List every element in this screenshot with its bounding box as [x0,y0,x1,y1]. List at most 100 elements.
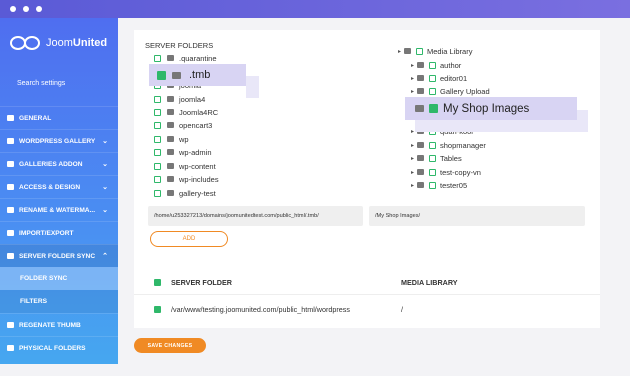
chevron-down-icon: ⌄ [102,138,108,145]
selected-server-folder-popup: .tmb [149,64,246,86]
selected-media-folder-popup: My Shop Images [405,97,577,120]
server-folder-row[interactable]: wp [154,133,189,145]
folder-label: test-copy-vn [440,167,481,177]
checkbox[interactable] [154,121,161,129]
checkbox[interactable] [154,162,161,170]
sidebar-subitem-filters[interactable]: FILTERS [0,290,118,313]
access-icon [7,184,14,190]
column-header-media-library: MEDIA LIBRARY [401,277,458,287]
sidebar-item-physical-folders[interactable]: PHYSICAL FOLDERS [0,336,118,359]
checkbox[interactable] [154,54,161,62]
checkbox[interactable] [416,47,424,55]
logo-text-bold: United [72,37,108,49]
gallery-icon [7,138,14,144]
sidebar-item-server-folder-sync[interactable]: SERVER FOLDER SYNC ⌃ [0,244,118,267]
select-all-checkbox[interactable] [154,278,161,286]
checkbox-checked-icon [429,104,438,113]
server-folder-row[interactable]: wp-admin [154,146,212,158]
app-window: JoomUnited Search settings GENERAL WORDP… [0,0,630,376]
folder-icon [167,163,174,169]
server-folder-row[interactable]: wp-includes [154,173,219,185]
media-folder-row[interactable]: ▸ Gallery Upload [411,85,490,97]
search-settings[interactable]: Search settings [17,80,65,87]
chevron-down-icon: ⌄ [102,161,108,168]
media-root-row[interactable]: ▸ Media Library [398,45,472,57]
logo-text: Joom [46,37,73,49]
folder-icon [167,109,174,115]
folder-icon [167,122,174,128]
sidebar-item-label: GENERAL [19,114,52,122]
media-folder-row[interactable]: ▸ Tables [411,152,462,164]
sidebar-item-wordpress-gallery[interactable]: WORDPRESS GALLERY ⌄ [0,129,118,152]
checkbox[interactable] [154,108,161,116]
folder-label: Joomla4RC [179,107,219,117]
checkbox[interactable] [429,61,437,69]
sidebar-item-label: SERVER FOLDER SYNC [19,252,96,260]
folder-icon [167,96,174,102]
server-folder-row[interactable]: .quarantine [154,52,217,64]
media-folder-row[interactable]: ▸ editor01 [411,72,467,84]
home-icon [7,115,14,121]
caret-icon: ▸ [411,182,415,189]
table-row[interactable]: /var/www/testing.joomunited.com/public_h… [118,296,584,322]
sidebar-item-label: FILTERS [20,298,47,305]
addon-icon [7,161,14,167]
folder-label: Tables [440,153,462,163]
checkbox[interactable] [154,95,161,103]
checkbox[interactable] [154,175,161,183]
checkbox[interactable] [154,148,161,156]
sidebar-nav: GENERAL WORDPRESS GALLERY ⌄ GALLERIES ADD… [0,106,118,359]
folder-label: wp [179,134,189,144]
sidebar-item-label: FOLDER SYNC [20,275,68,282]
folder-icon [172,71,181,79]
checkbox[interactable] [429,87,437,95]
checkbox[interactable] [429,168,437,176]
checkbox[interactable] [429,74,437,82]
folder-icon [417,75,425,81]
caret-icon: ▸ [411,169,415,176]
folder-label: author [440,60,462,70]
sidebar-item-access-design[interactable]: ACCESS & DESIGN ⌄ [0,175,118,198]
checkbox[interactable] [429,181,437,189]
folder-label: .quarantine [179,53,217,63]
sidebar-item-general[interactable]: GENERAL [0,106,118,129]
sidebar-item-galleries-addon[interactable]: GALLERIES ADDON ⌄ [0,152,118,175]
table-header: SERVER FOLDER MEDIA LIBRARY [118,269,584,295]
sidebar-item-label: WORDPRESS GALLERY [19,137,96,145]
popup-label: My Shop Images [443,102,530,115]
checkbox[interactable] [154,135,161,143]
sidebar-item-regenerate-thumb[interactable]: REGENATE THUMB [0,313,118,336]
folder-label: gallery-test [179,188,216,198]
chevron-up-icon: ⌃ [102,253,108,260]
add-button[interactable]: ADD [150,231,228,247]
media-path-field[interactable]: /My Shop Images/ [369,206,585,226]
brand-logo: JoomUnited [10,36,107,50]
row-checkbox[interactable] [154,305,161,313]
folder-label: wp-admin [179,147,212,157]
media-folder-row[interactable]: ▸ author [411,59,461,71]
checkbox[interactable] [429,154,437,162]
chevron-down-icon: ⌄ [102,207,108,214]
folder-label: opencart3 [179,120,213,130]
server-folder-row[interactable]: wp-content [154,160,216,172]
caret-icon: ▸ [411,62,415,69]
media-folder-row[interactable]: ▸ test-copy-vn [411,166,481,178]
server-folder-row[interactable]: gallery-test [154,187,216,199]
server-folder-row[interactable]: Joomla4RC [154,106,218,118]
save-changes-button[interactable]: SAVE CHANGES [134,338,206,353]
folder-icon [415,105,424,112]
media-folder-row[interactable]: ▸ tester05 [411,179,467,191]
sidebar-item-import-export[interactable]: IMPORT/EXPORT [0,221,118,244]
checkbox[interactable] [154,189,161,197]
server-folder-row[interactable]: joomla4 [154,93,205,105]
media-folder-row[interactable]: ▸ shopmanager [411,139,486,151]
server-folder-row[interactable]: opencart3 [154,119,212,131]
folder-icon [167,149,174,155]
checkbox[interactable] [429,141,437,149]
sidebar-subitem-folder-sync[interactable]: FOLDER SYNC [0,267,118,290]
folder-icon [167,190,174,196]
server-path-field[interactable]: /home/u253327213/domains/joomunitedtest.… [148,206,363,226]
folder-icon [417,62,425,68]
sidebar-item-rename-watermark[interactable]: RENAME & WATERMA... ⌄ [0,198,118,221]
window-dot-icon [36,6,42,12]
